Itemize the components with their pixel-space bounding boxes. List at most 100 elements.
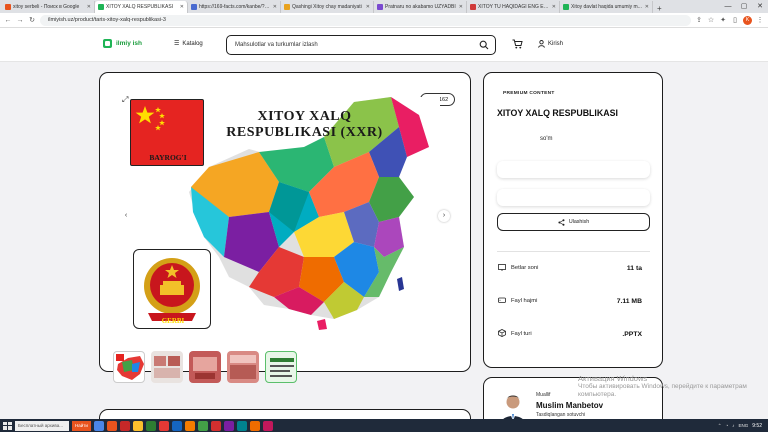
stat-label: Betlar soni — [511, 265, 539, 271]
stat-row-pages: Betlar soni 11 ta — [497, 258, 650, 278]
close-icon[interactable]: ✕ — [459, 4, 463, 10]
profile-avatar[interactable]: K — [743, 15, 752, 25]
cart-add-button[interactable] — [497, 189, 650, 206]
taskbar-search-button[interactable]: Найти — [72, 420, 91, 431]
reload-icon[interactable]: ↻ — [28, 16, 36, 24]
taskbar-app-icon[interactable] — [93, 420, 104, 431]
close-icon[interactable]: ✕ — [87, 4, 91, 10]
catalog-button[interactable]: ☰ Katalog — [174, 40, 203, 48]
thumbnail[interactable] — [113, 351, 145, 383]
taskbar-app-icon[interactable] — [132, 420, 143, 431]
thumbnail[interactable] — [265, 351, 297, 383]
browser-tab[interactable]: xitoy serbeli - Поиск в Google ✕ — [2, 1, 95, 13]
star-icon — [135, 106, 165, 131]
search-icon[interactable] — [479, 40, 489, 50]
drive-icon — [497, 297, 511, 305]
close-icon[interactable]: ✕ — [645, 4, 649, 10]
taskbar-app-icon[interactable] — [236, 420, 247, 431]
taskbar-app-icon[interactable] — [262, 420, 273, 431]
taskbar-app-icon[interactable] — [223, 420, 234, 431]
taskbar-app-icon[interactable] — [197, 420, 208, 431]
close-icon[interactable]: ✕ — [366, 4, 370, 10]
windows-start-icon[interactable] — [2, 421, 12, 431]
logo-icon — [103, 39, 112, 48]
price-currency: so'm — [540, 136, 553, 142]
new-tab-button[interactable]: + — [653, 4, 666, 13]
taskbar-app-icon[interactable] — [210, 420, 221, 431]
close-icon[interactable]: ✕ — [273, 4, 277, 10]
bookmark-star-icon[interactable]: ☆ — [707, 16, 715, 24]
site-header: ilmiy ish ☰ Katalog Mahsulotlar va turku… — [0, 28, 768, 62]
logo-text: ilmiy ish — [116, 40, 143, 47]
login-button[interactable]: Kirish — [538, 40, 563, 48]
site-logo[interactable]: ilmiy ish — [103, 39, 142, 48]
minimize-icon[interactable]: — — [720, 0, 736, 13]
author-name: Muslim Manbetov — [536, 401, 604, 410]
taskbar-search[interactable]: Бесплатный архива... — [15, 420, 69, 431]
system-tray: ⌃ ◔ ♪ ENG 9:52 — [718, 423, 768, 429]
extensions-icon[interactable]: ✦ — [719, 16, 727, 24]
maximize-icon[interactable]: ▢ — [736, 0, 752, 13]
tab-favicon — [377, 4, 383, 10]
address-bar: ← → ↻ ilmiyish.uz/product/taris-xitoy-xa… — [0, 13, 768, 28]
national-emblem-icon — [144, 258, 200, 321]
menu-icon[interactable]: ⋮ — [756, 16, 764, 24]
windows-taskbar: Бесплатный архива... Найти ⌃ ◔ ♪ ENG 9:5… — [0, 419, 768, 432]
prev-slide-button[interactable]: ‹ — [120, 210, 132, 222]
flag-panel: BAYROG'I — [130, 99, 204, 166]
taskbar-app-icon[interactable] — [106, 420, 117, 431]
browser-tab-bar: xitoy serbeli - Поиск в Google ✕ XITOY XA… — [0, 0, 768, 13]
product-gallery: ⤢ 162 XITOY XALQ RESPUBLIKASI (XXR) BAYR… — [99, 72, 471, 383]
stat-value: .PPTX — [622, 330, 642, 338]
verified-seller-label: Tasdiqlangan sotuvchi — [536, 412, 586, 418]
login-label: Kirish — [548, 41, 564, 47]
share-icon — [558, 218, 565, 226]
slide-image: XITOY XALQ RESPUBLIKASI (XXR) BAYROG'I G… — [129, 97, 440, 331]
language-indicator[interactable]: ENG — [739, 423, 749, 428]
close-icon[interactable]: ✕ — [180, 4, 184, 10]
windows-activation-watermark: Активация Windows Чтобы активировать Win… — [578, 374, 747, 399]
taskbar-app-icon[interactable] — [184, 420, 195, 431]
volume-icon[interactable]: ♪ — [732, 423, 734, 428]
thumbnail[interactable] — [189, 351, 221, 383]
browser-tab-active[interactable]: XITOY XALQ RESPUBLIKASI ✕ — [95, 1, 188, 13]
tray-arrow-icon[interactable]: ⌃ — [718, 423, 722, 429]
next-slide-button[interactable]: › — [438, 210, 450, 222]
product-title: XITOY XALQ RESPUBLIKASI — [497, 108, 618, 118]
tab-favicon — [563, 4, 569, 10]
file-type-icon — [497, 329, 511, 339]
thumbnail[interactable] — [227, 351, 259, 383]
taskbar-app-icon[interactable] — [145, 420, 156, 431]
tab-favicon — [98, 4, 104, 10]
browser-tab[interactable]: https://169-facts.com/kanbe/?u=... ✕ — [188, 1, 281, 13]
share-button[interactable]: Ulashish — [497, 213, 650, 231]
views-count: 162 — [439, 96, 449, 103]
network-icon[interactable]: ◔ — [726, 423, 729, 428]
product-info-card: PREMIUM CONTENT XITOY XALQ RESPUBLIKASI … — [483, 72, 663, 368]
forward-icon[interactable]: → — [16, 17, 24, 24]
emblem-panel: GERBI — [133, 249, 211, 329]
back-icon[interactable]: ← — [4, 17, 12, 24]
search-input[interactable]: Mahsulotlar va turkumlar izlash — [226, 35, 496, 55]
taskbar-app-icon[interactable] — [171, 420, 182, 431]
close-window-icon[interactable]: ✕ — [752, 0, 768, 13]
tab-favicon — [5, 4, 11, 10]
browser-tab[interactable]: Pratnaru no akabamo UZYADBI ✕ — [374, 1, 467, 13]
cart-icon[interactable] — [512, 39, 523, 49]
clock[interactable]: 9:52 — [752, 423, 762, 429]
browser-tab[interactable]: Xitoy davlat haqida umumiy m... ✕ — [560, 1, 653, 13]
sidebar-icon[interactable]: ▯ — [731, 16, 739, 24]
expand-icon[interactable]: ⤢ — [122, 95, 128, 105]
close-icon[interactable]: ✕ — [552, 4, 556, 10]
taskbar-app-icon[interactable] — [158, 420, 169, 431]
url-field[interactable]: ilmiyish.uz/product/taris-xitoy-xalq-res… — [40, 14, 691, 26]
share-page-icon[interactable]: ⇪ — [695, 16, 703, 24]
window-controls: — ▢ ✕ — [720, 0, 768, 13]
thumbnail[interactable] — [151, 351, 183, 383]
browser-tab[interactable]: XITOY TU HAQIDAGI ENG EGZI... ✕ — [467, 1, 560, 13]
buy-button[interactable] — [497, 161, 650, 178]
stat-row-size: Fayl hajmi 7.11 MB — [497, 291, 650, 311]
taskbar-app-icon[interactable] — [249, 420, 260, 431]
taskbar-app-icon[interactable] — [119, 420, 130, 431]
browser-tab[interactable]: Qashingi Xitoy chay madaniyati ✕ — [281, 1, 374, 13]
